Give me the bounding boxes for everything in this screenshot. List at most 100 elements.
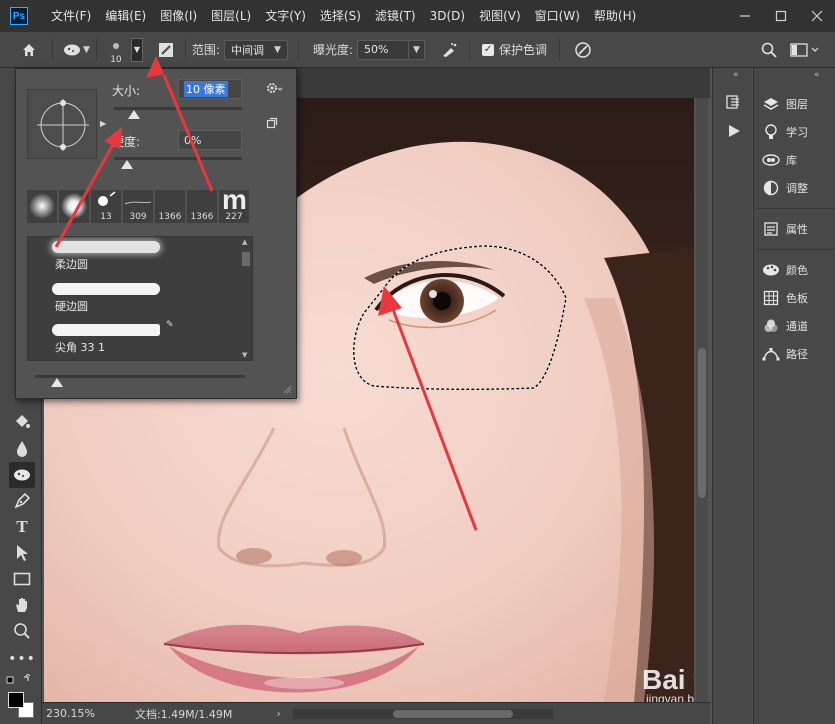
panel-layers[interactable]: 图层 (762, 93, 808, 115)
search-icon[interactable] (756, 37, 782, 63)
preview-size-slider-thumb[interactable] (51, 378, 63, 387)
brush-picker-toggle[interactable]: ▼ (130, 37, 143, 62)
document-size: 文档:1.49M/1.49M (134, 707, 233, 721)
hardness-slider[interactable] (114, 157, 242, 160)
menu-edit[interactable]: 编辑(E) (98, 0, 153, 32)
status-menu-arrow-icon[interactable]: › (276, 707, 280, 720)
panel-swatches[interactable]: 色板 (762, 287, 808, 309)
preset-texture-1[interactable]: 1366 (155, 190, 185, 223)
hardness-input[interactable]: 0% (178, 130, 242, 150)
chevron-down-icon[interactable]: ▼ (83, 45, 90, 55)
color-swap-controls[interactable] (6, 674, 36, 686)
chevron-down-icon: ▼ (413, 44, 420, 55)
brush-size-readout: 10 (110, 54, 122, 65)
brush-list: 柔边圆 硬边圆 尖角 33 1 ✎ ▲ ▼ (27, 236, 253, 361)
panel-learn[interactable]: 学习 (762, 121, 808, 143)
range-select[interactable]: 中间调 ▼ (223, 39, 288, 60)
size-slider-thumb[interactable] (128, 110, 141, 119)
close-icon[interactable] (799, 0, 835, 32)
status-bar: 230.15% 文档:1.49M/1.49M › (42, 702, 710, 724)
chevron-down-icon: ▼ (133, 45, 140, 54)
scrollbar-thumb[interactable] (392, 709, 513, 718)
pressure-icon[interactable] (570, 37, 596, 63)
list-item[interactable]: 尖角 33 1 ✎ (50, 320, 176, 360)
sponge-tool-icon[interactable] (59, 37, 85, 63)
workspace-icon[interactable] (788, 37, 822, 63)
panel-color[interactable]: 颜色 (762, 259, 808, 281)
minimize-icon[interactable] (727, 0, 763, 32)
preset-glyph[interactable]: m 227 (219, 190, 249, 223)
list-scrollbar[interactable]: ▲ ▼ (241, 238, 251, 359)
resize-grip-icon[interactable] (282, 384, 292, 394)
panel-channels[interactable]: 通道 (762, 315, 808, 337)
separator (559, 38, 561, 61)
rectangle-tool-icon[interactable] (9, 566, 35, 592)
home-icon[interactable] (16, 37, 42, 63)
scroll-up-icon[interactable]: ▲ (242, 238, 247, 246)
menu-window[interactable]: 窗口(W) (528, 0, 587, 32)
foreground-background-colors[interactable] (6, 690, 36, 720)
collapsed-panel-strip: « (712, 68, 752, 724)
blur-tool-icon[interactable] (9, 436, 35, 462)
channels-icon (762, 317, 780, 335)
scroll-down-icon[interactable]: ▼ (242, 351, 247, 359)
brush-angle-roundness-preview[interactable] (27, 89, 97, 159)
collapse-arrows-icon[interactable]: « (814, 70, 820, 80)
menu-layer[interactable]: 图层(L) (204, 0, 258, 32)
actions-play-icon[interactable] (727, 124, 741, 138)
panel-adjustments[interactable]: 调整 (762, 177, 808, 199)
type-tool-icon[interactable]: T (9, 514, 35, 540)
menu-image[interactable]: 图像(I) (153, 0, 204, 32)
exposure-input[interactable]: 50% (357, 39, 410, 60)
new-preset-icon[interactable] (266, 117, 278, 129)
gear-icon[interactable] (266, 82, 284, 94)
preset-stroke[interactable]: 309 (123, 190, 153, 223)
menu-filter[interactable]: 滤镜(T) (368, 0, 423, 32)
properties-icon (762, 220, 780, 238)
zoom-level[interactable]: 230.15% (46, 707, 95, 720)
brush-preset-picker[interactable]: 10 (103, 35, 129, 65)
preset-texture-2[interactable]: 1366 (187, 190, 217, 223)
paint-bucket-tool-icon[interactable] (9, 408, 35, 434)
preset-soft-round-2[interactable] (59, 190, 89, 223)
scrollbar-thumb[interactable] (698, 348, 706, 498)
menu-help[interactable]: 帮助(H) (587, 0, 643, 32)
path-selection-tool-icon[interactable] (9, 540, 35, 566)
menu-select[interactable]: 选择(S) (313, 0, 368, 32)
size-input[interactable]: 10 像素 (178, 79, 242, 99)
zoom-tool-icon[interactable] (9, 618, 35, 644)
panel-library[interactable]: 库 (762, 149, 797, 171)
panel-divider (756, 208, 834, 209)
more-tools-icon[interactable]: ••• (8, 646, 35, 672)
menu-type[interactable]: 文字(Y) (258, 0, 313, 32)
protect-tones-checkbox[interactable]: ✓ (482, 43, 495, 56)
vertical-scrollbar[interactable] (696, 98, 708, 702)
menu-view[interactable]: 视图(V) (472, 0, 528, 32)
exposure-label: 曝光度: (312, 43, 354, 57)
menu-file[interactable]: 文件(F) (44, 0, 98, 32)
play-arrow-icon[interactable]: ▶ (100, 119, 106, 128)
list-item[interactable]: 柔边圆 (50, 237, 176, 277)
panel-paths[interactable]: 路径 (762, 343, 808, 365)
exposure-dropdown[interactable]: ▼ (409, 39, 426, 60)
pen-tool-icon[interactable] (9, 488, 35, 514)
menu-bar: Ps 文件(F) 编辑(E) 图像(I) 图层(L) 文字(Y) 选择(S) 滤… (0, 0, 835, 32)
sponge-tool-icon[interactable] (9, 462, 35, 488)
menu-3d[interactable]: 3D(D) (423, 0, 472, 32)
preset-hard-round[interactable]: 13 (91, 190, 121, 223)
airbrush-icon[interactable] (437, 37, 463, 63)
brush-settings-icon[interactable] (153, 37, 179, 63)
scrollbar-thumb[interactable] (242, 252, 250, 266)
foreground-color-swatch[interactable] (8, 692, 24, 708)
maximize-icon[interactable] (763, 0, 799, 32)
hand-tool-icon[interactable] (9, 592, 35, 618)
history-icon[interactable] (725, 94, 743, 112)
list-item[interactable]: 硬边圆 (50, 279, 176, 319)
panel-properties[interactable]: 属性 (762, 218, 808, 240)
horizontal-scrollbar[interactable] (292, 708, 553, 719)
hardness-slider-thumb[interactable] (120, 160, 133, 169)
collapse-arrows-icon[interactable]: « (733, 70, 739, 80)
separator (95, 38, 97, 61)
preview-size-slider[interactable] (35, 375, 245, 378)
preset-soft-round-1[interactable] (27, 190, 57, 223)
